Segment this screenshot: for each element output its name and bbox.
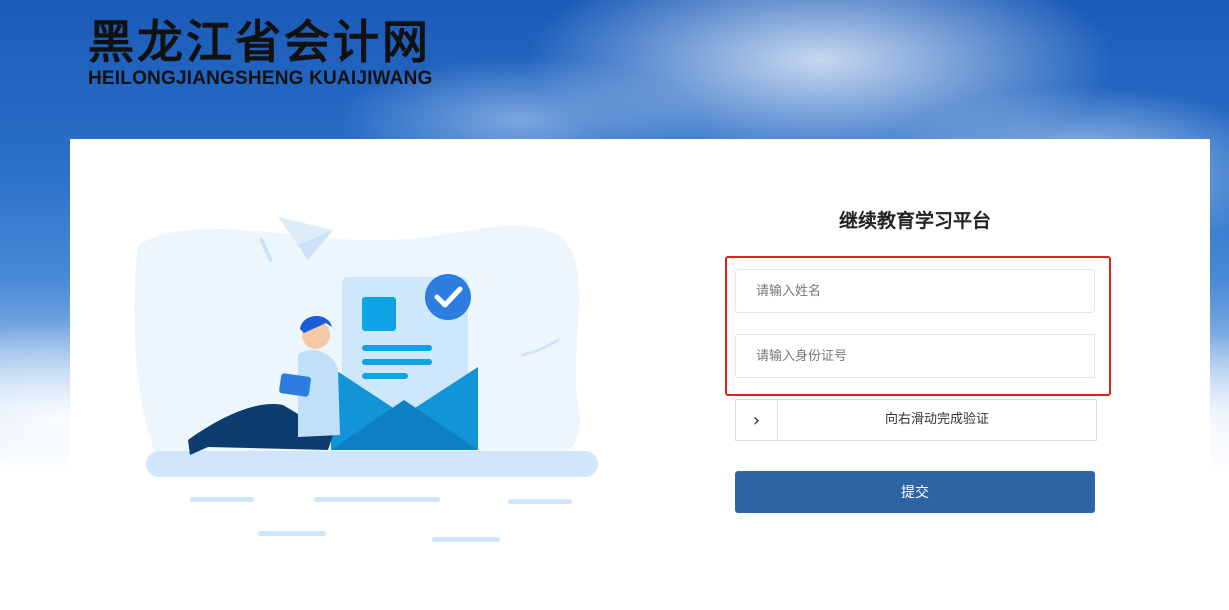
slider-label: 向右滑动完成验证 <box>884 412 989 427</box>
site-logo[interactable]: 黑龙江省会计网 HEILONGJIANGSHENG KUAIJIWANG <box>88 14 432 90</box>
platform-title: 继续教育学习平台 <box>838 210 991 232</box>
chevron-right-icon: › <box>752 409 761 431</box>
submit-button[interactable]: 提交 <box>735 471 1095 513</box>
id-number-input[interactable] <box>735 334 1095 378</box>
logo-english-title: HEILONGJIANGSHENG KUAIJIWANG <box>88 68 433 89</box>
slide-verification[interactable]: › 向右滑动完成验证 <box>735 399 1097 441</box>
login-illustration <box>134 217 598 542</box>
slider-handle[interactable]: › <box>736 400 778 440</box>
logo-chinese-title: 黑龙江省会计网 <box>88 15 431 69</box>
name-input[interactable] <box>735 269 1095 313</box>
